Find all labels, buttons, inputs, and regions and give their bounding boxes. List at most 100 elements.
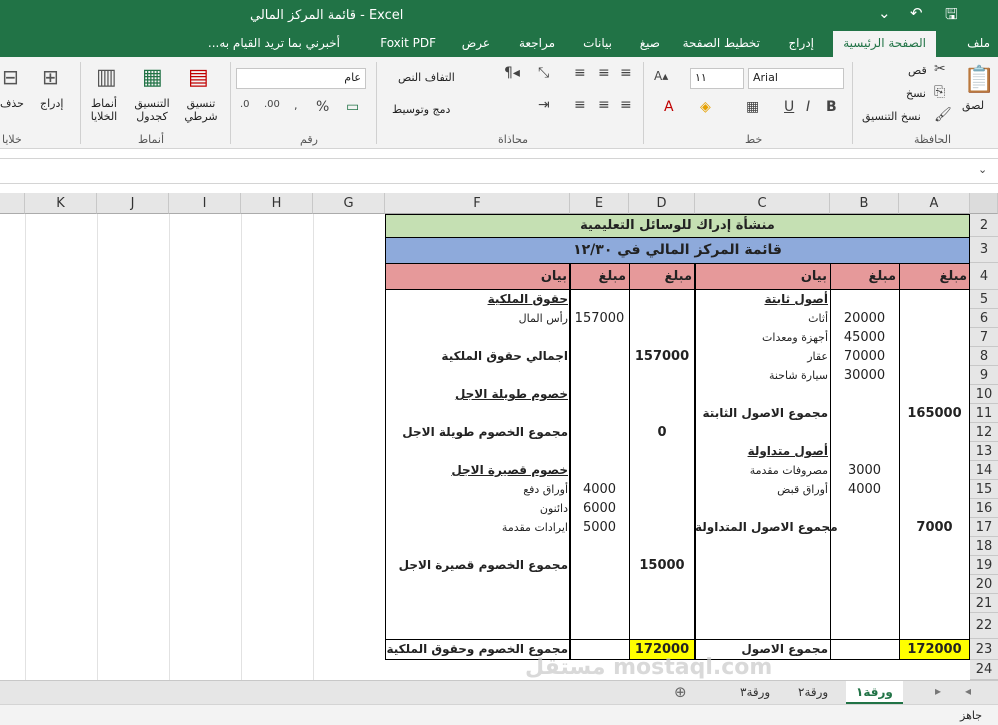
header-amount[interactable]: مبلغ [899, 263, 970, 290]
tab-formulas[interactable]: صيغ [640, 36, 660, 50]
conditional-formatting-button[interactable]: تنسيق شرطي [176, 97, 226, 123]
merge-center-button[interactable]: دمج وتوسيط [392, 103, 450, 116]
cell-c9[interactable]: سيارة شاحنة [695, 366, 828, 385]
cell-f5[interactable]: حقوق الملكية [385, 290, 568, 309]
row-header[interactable]: 2 [970, 214, 998, 237]
comma-icon[interactable]: , [294, 99, 298, 112]
row-header[interactable]: 22 [970, 613, 998, 639]
row-header[interactable]: 15 [970, 480, 998, 499]
cell-e17[interactable]: 5000 [570, 518, 629, 537]
cell-d8[interactable]: 157000 [629, 347, 695, 366]
format-as-table-icon[interactable]: ▦ [142, 65, 163, 90]
copy-icon[interactable]: ⎘ [934, 84, 945, 100]
column-header-l[interactable] [0, 193, 25, 214]
format-as-table-button[interactable]: التنسيق كجدول [128, 97, 176, 123]
currency-icon[interactable]: ▭ [346, 99, 359, 115]
cell-f8[interactable]: اجمالي حقوق الملكية [385, 347, 568, 366]
cell-a17[interactable]: 7000 [899, 518, 970, 537]
cell-d12[interactable]: 0 [629, 423, 695, 442]
cell-e16[interactable]: 6000 [570, 499, 629, 518]
cell-b8[interactable]: 70000 [830, 347, 899, 366]
column-header-c[interactable]: C [695, 193, 830, 214]
cell-b6[interactable]: 20000 [830, 309, 899, 328]
sheet-tab-2[interactable]: ورقة٢ [788, 681, 838, 704]
row-header[interactable]: 3 [970, 237, 998, 263]
conditional-formatting-icon[interactable]: ▤ [188, 65, 209, 90]
column-header-b[interactable]: B [830, 193, 899, 214]
font-color-icon[interactable]: A [664, 99, 674, 115]
column-header-g[interactable]: G [313, 193, 385, 214]
sheet-title[interactable]: منشأة إدراك للوسائل التعليمية [385, 214, 970, 237]
cell-b15[interactable]: 4000 [830, 480, 899, 499]
cell-a23[interactable]: 172000 [899, 639, 970, 660]
header-amount[interactable]: مبلغ [830, 263, 899, 290]
expand-formula-icon[interactable]: ⌄ [978, 163, 987, 176]
row-header[interactable]: 6 [970, 309, 998, 328]
cell-styles-button[interactable]: أنماط الخلايا [84, 97, 124, 123]
bold-icon[interactable]: B [826, 99, 837, 115]
select-all-corner[interactable] [970, 193, 998, 214]
cell-c7[interactable]: أجهزة ومعدات [695, 328, 828, 347]
font-name-select[interactable]: Arial [748, 68, 844, 89]
row-header[interactable]: 24 [970, 660, 998, 680]
save-icon[interactable]: 🖫 [945, 4, 958, 29]
tell-me-box[interactable]: أخبرني بما تريد القيام به... [208, 36, 340, 50]
cut-button[interactable]: قص [908, 64, 927, 77]
row-header[interactable]: 12 [970, 423, 998, 442]
cell-c15[interactable]: أوراق قبض [695, 480, 828, 499]
row-header[interactable]: 5 [970, 290, 998, 309]
cell-f12[interactable]: مجموع الخصوم طويلة الاجل [385, 423, 568, 442]
delete-cells-button[interactable]: حذف [0, 97, 24, 110]
row-header[interactable]: 4 [970, 263, 998, 290]
column-header-e[interactable]: E [570, 193, 629, 214]
cell-c13[interactable]: أصول متداولة [695, 442, 828, 461]
decrease-decimal-icon[interactable]: .0 [240, 99, 250, 110]
header-amount[interactable]: مبلغ [629, 263, 695, 290]
cut-icon[interactable]: ✂ [934, 61, 946, 77]
row-header[interactable]: 14 [970, 461, 998, 480]
font-size-select[interactable]: ١١ [690, 68, 744, 89]
cell-c6[interactable]: أثاث [695, 309, 828, 328]
header-description[interactable]: بيان [695, 263, 830, 290]
more-icon[interactable]: ⌄ [878, 4, 891, 22]
cell-c14[interactable]: مصروفات مقدمة [695, 461, 828, 480]
cell-f15[interactable]: أوراق دفع [385, 480, 568, 499]
align-right-icon[interactable]: ≡ [574, 97, 586, 113]
tab-data[interactable]: بيانات [583, 36, 612, 50]
add-sheet-icon[interactable]: ⊕ [674, 683, 687, 701]
header-description[interactable]: بيان [385, 263, 570, 290]
row-header[interactable]: 19 [970, 556, 998, 575]
borders-icon[interactable]: ▦ [746, 99, 759, 115]
tab-home[interactable]: الصفحة الرئيسية [833, 31, 936, 57]
rtl-icon[interactable]: ¶◂ [504, 65, 520, 81]
align-left-icon[interactable]: ≡ [620, 97, 632, 113]
cell-a11[interactable]: 165000 [899, 404, 970, 423]
row-header[interactable]: 18 [970, 537, 998, 556]
cell-f17[interactable]: ايرادات مقدمة [385, 518, 568, 537]
undo-icon[interactable]: ↶ [910, 4, 923, 22]
sheet-subtitle[interactable]: قائمة المركز المالي في ١٢/٣٠ [385, 237, 970, 263]
cell-c8[interactable]: عقار [695, 347, 828, 366]
fill-color-icon[interactable]: ◈ [700, 99, 711, 115]
header-amount[interactable]: مبلغ [570, 263, 629, 290]
row-header[interactable]: 10 [970, 385, 998, 404]
cell-c5[interactable]: أصول ثابتة [695, 290, 828, 309]
cell-f16[interactable]: دائنون [385, 499, 568, 518]
row-header[interactable]: 7 [970, 328, 998, 347]
format-painter-button[interactable]: نسخ التنسيق [862, 110, 921, 123]
row-header[interactable]: 8 [970, 347, 998, 366]
number-format-select[interactable]: عام [236, 68, 366, 89]
row-header[interactable]: 16 [970, 499, 998, 518]
column-header-j[interactable]: J [97, 193, 169, 214]
paste-button[interactable]: لصق [962, 99, 984, 112]
increase-decimal-icon[interactable]: .00 [264, 99, 280, 110]
row-header[interactable]: 11 [970, 404, 998, 423]
cell-b9[interactable]: 30000 [830, 366, 899, 385]
cell-f6[interactable]: رأس المال [385, 309, 568, 328]
align-middle-icon[interactable]: ≡ [598, 65, 610, 81]
align-center-icon[interactable]: ≡ [598, 97, 610, 113]
cell-f14[interactable]: خصوم قصيرة الاجل [385, 461, 568, 480]
cell-b14[interactable]: 3000 [830, 461, 899, 480]
sheet-tab-1[interactable]: ورقة١ [846, 681, 903, 704]
insert-cells-icon[interactable]: ⊞ [42, 65, 59, 89]
